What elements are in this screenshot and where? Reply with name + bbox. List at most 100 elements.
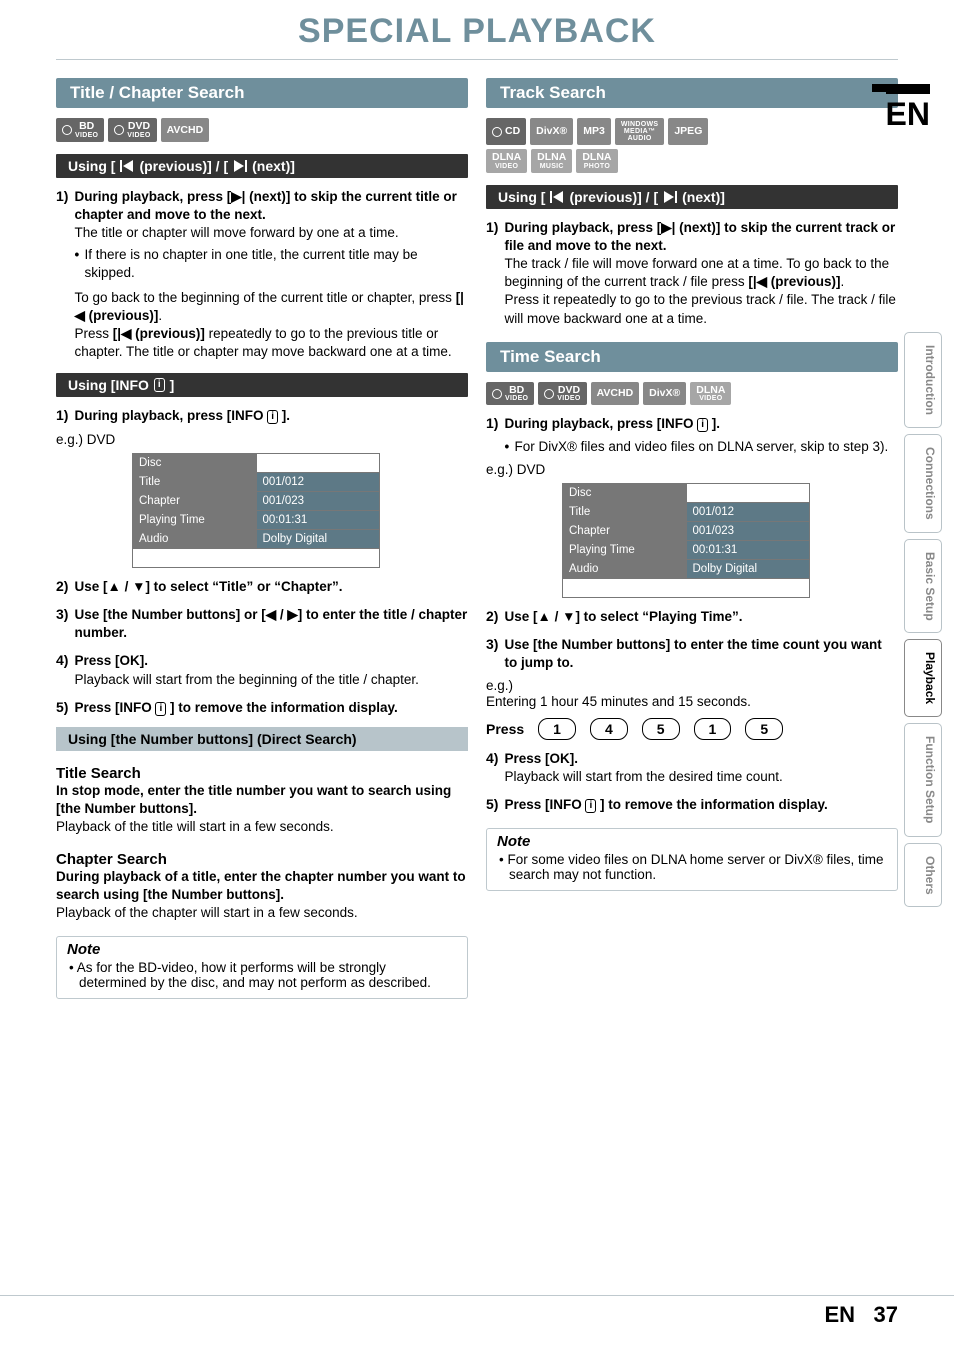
text-fragment: [|◀ (previous)] (748, 274, 840, 289)
step-bold: Press [OK]. (504, 751, 578, 766)
page-footer: EN 37 (0, 1295, 954, 1328)
text-bold: During playback of a title, enter the ch… (56, 869, 466, 902)
title-search-head: Title Search (56, 765, 468, 782)
step-bold: During playback, press [▶| (next)] to sk… (74, 188, 468, 224)
prev-icon (120, 160, 134, 172)
prev-icon (550, 191, 564, 203)
step-bold: Press [OK]. (74, 653, 148, 668)
step-bold: During playback, press [▶| (next)] to sk… (504, 219, 898, 255)
right-step-1: 1) During playback, press [▶| (next)] to… (486, 219, 898, 328)
table-cell: Disc (133, 453, 257, 472)
tab-connections[interactable]: Connections (904, 434, 942, 533)
step-label: 3) (56, 606, 68, 642)
right-column: Track Search CD DivX® MP3 WINDOWSMEDIA™A… (486, 78, 898, 999)
step-label: 5) (486, 796, 498, 814)
chapter-search-head: Chapter Search (56, 851, 468, 868)
text-fragment: . (841, 274, 845, 289)
text-fragment: Using [ (68, 158, 115, 174)
page-title: SPECIAL PLAYBACK (0, 12, 954, 51)
info-table-left: Disc Title001/012 Chapter001/023 Playing… (132, 453, 380, 568)
step-label: 1) (486, 219, 498, 328)
step-bullet: For DivX® files and video files on DLNA … (514, 438, 888, 456)
tab-introduction[interactable]: Introduction (904, 332, 942, 428)
badge-divx: DivX® (643, 382, 686, 406)
step-label: 1) (56, 407, 68, 425)
keypad-example: Press 1 4 5 1 5 (486, 718, 898, 740)
table-cell: Dolby Digital (686, 559, 810, 578)
text-fragment: (next)] (252, 158, 295, 174)
section-time-search: Time Search (486, 342, 898, 372)
step-bold: Use [the Number buttons] or [◀ / ▶] to e… (74, 607, 467, 640)
eg2-line: Entering 1 hour 45 minutes and 15 second… (486, 693, 898, 711)
next-icon (233, 160, 247, 172)
text-fragment: ] to remove the information display. (166, 700, 398, 715)
table-cell: Disc (563, 483, 687, 502)
badge-mp3: MP3 (577, 118, 611, 145)
text-line: Playback of the title will start in a fe… (56, 818, 468, 836)
table-cell: 00:01:31 (256, 510, 380, 529)
badge-divx: DivX® (530, 118, 573, 145)
info-table-right: Disc Title001/012 Chapter001/023 Playing… (562, 483, 810, 598)
badge-cd: CD (486, 118, 526, 145)
section-track-search: Track Search (486, 78, 898, 108)
table-cell: 001/023 (256, 491, 380, 510)
next-icon (663, 191, 677, 203)
footer-page-number: 37 (874, 1302, 898, 1327)
step-bullet: If there is no chapter in one title, the… (84, 246, 468, 282)
key-5b: 5 (745, 718, 783, 740)
eg-label-right: e.g.) DVD (486, 462, 898, 477)
table-cell: Audio (133, 529, 257, 548)
badge-bd-video: BDVIDEO (56, 118, 104, 142)
left-column: Title / Chapter Search BDVIDEO DVDVIDEO … (56, 78, 468, 999)
section-tabs: Introduction Connections Basic Setup Pla… (904, 332, 942, 907)
lang-indicator: EN (886, 90, 930, 133)
step-line: Playback will start from the desired tim… (504, 768, 898, 786)
step-line: The title or chapter will move forward b… (74, 224, 468, 242)
step-line: Press it repeatedly to go to the previou… (504, 291, 898, 327)
tab-function-setup[interactable]: Function Setup (904, 723, 942, 836)
text-fragment: Press [INFO (504, 797, 585, 812)
key-1: 1 (538, 718, 576, 740)
text-fragment: To go back to the beginning of the curre… (74, 290, 455, 305)
text-bold: In stop mode, enter the title number you… (56, 783, 451, 816)
tab-others[interactable]: Others (904, 843, 942, 908)
eg-label-left: e.g.) DVD (56, 432, 468, 447)
format-badges-left: BDVIDEO DVDVIDEO AVCHD (56, 118, 468, 142)
step-line: Playback will start from the beginning o… (74, 671, 468, 689)
table-cell: 001/023 (686, 521, 810, 540)
time-step-1: 1) During playback, press [INFO i ]. •Fo… (486, 415, 898, 455)
info-icon: i (697, 418, 708, 432)
badge-bd-video: BDVIDEO (486, 382, 534, 406)
table-cell: Chapter (563, 521, 687, 540)
text-fragment: ]. (278, 408, 290, 423)
tab-basic-setup[interactable]: Basic Setup (904, 539, 942, 634)
badge-dvd-video: DVDVIDEO (108, 118, 156, 142)
table-cell (563, 578, 810, 597)
table-cell: 00:01:31 (686, 540, 810, 559)
note-right: Note • For some video files on DLNA home… (486, 828, 898, 891)
badge-avchd: AVCHD (161, 118, 210, 142)
table-cell: 001/012 (686, 502, 810, 521)
note-body: • As for the BD-video, how it performs w… (57, 958, 467, 998)
info-icon: i (155, 702, 166, 716)
format-badges-right-2: DLNAVIDEO DLNAMUSIC DLNAPHOTO (486, 149, 898, 173)
badge-dlna-video: DLNAVIDEO (486, 149, 527, 173)
text-fragment: (previous)] / [ (569, 189, 658, 205)
badge-wma: WINDOWSMEDIA™AUDIO (615, 118, 664, 145)
text-line: Playback of the chapter will start in a … (56, 904, 468, 922)
info-icon: i (154, 378, 165, 392)
text-fragment: Press [INFO (74, 700, 155, 715)
table-cell: Dolby Digital (256, 529, 380, 548)
bar-number-buttons: Using [the Number buttons] (Direct Searc… (56, 727, 468, 751)
text-fragment: ] to remove the information display. (596, 797, 828, 812)
tab-playback[interactable]: Playback (904, 639, 942, 717)
note-body: • For some video files on DLNA home serv… (487, 850, 897, 890)
footer-lang: EN (825, 1302, 856, 1327)
step-bold: Use [▲ / ▼] to select “Title” or “Chapte… (74, 579, 342, 594)
table-cell (256, 453, 380, 472)
bar-info-left: Using [INFO i ] (56, 373, 468, 397)
text-fragment: Using [ (498, 189, 545, 205)
table-cell (133, 548, 380, 567)
badge-dlna-music: DLNAMUSIC (531, 149, 572, 173)
text-fragment: Using [INFO (68, 377, 149, 393)
